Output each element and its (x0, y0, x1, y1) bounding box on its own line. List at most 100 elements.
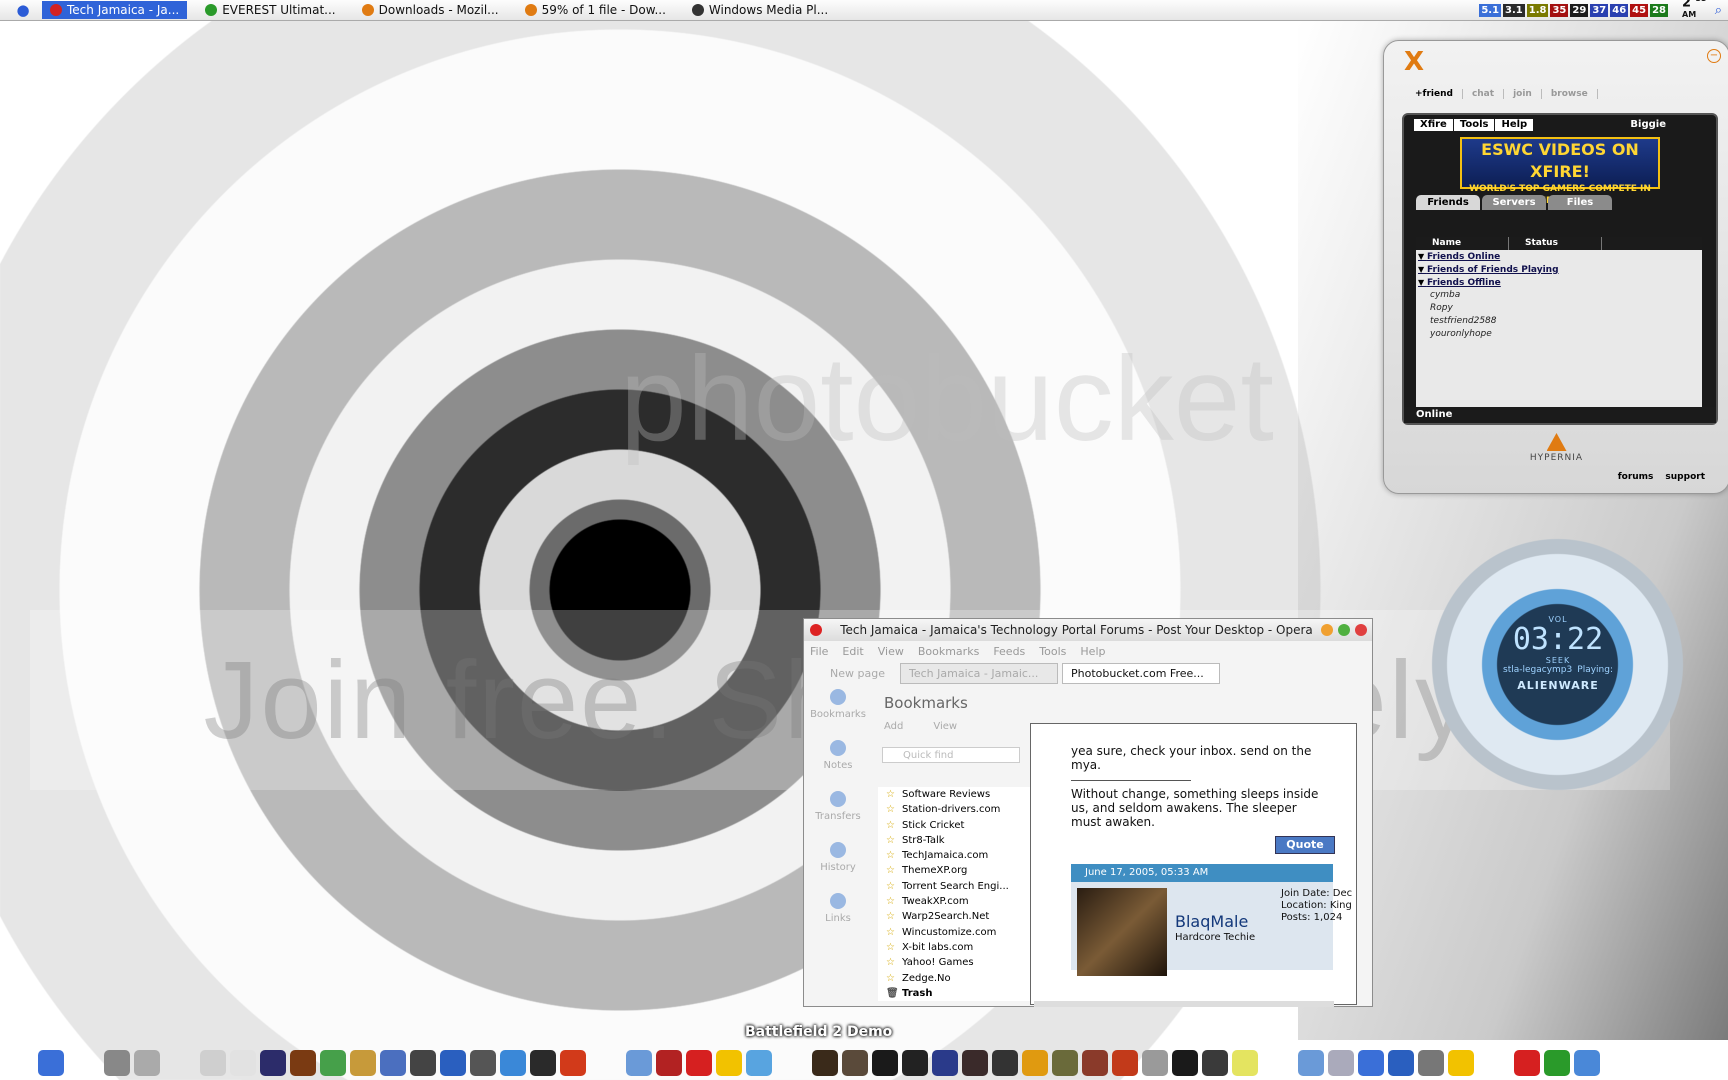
utility-icon[interactable] (1328, 1049, 1354, 1076)
list-item[interactable]: Str8-Talk (878, 833, 1030, 849)
game-icon[interactable] (932, 1049, 958, 1076)
horizontal-scrollbar[interactable] (1034, 1001, 1334, 1007)
battlefield-icon[interactable] (812, 1049, 838, 1076)
list-item[interactable]: cymba (1416, 289, 1702, 302)
game-icon[interactable] (1172, 1049, 1198, 1076)
list-item[interactable]: testfriend2588 (1416, 315, 1702, 328)
status-selector[interactable]: Online (1404, 407, 1716, 423)
menu-tools[interactable]: Tools (1039, 645, 1066, 658)
minimize-icon[interactable]: − (1707, 49, 1721, 63)
hypernia-logo[interactable]: HYPERNIA (1384, 433, 1728, 463)
avatar[interactable] (1077, 888, 1167, 976)
trash-icon[interactable] (104, 1049, 130, 1076)
add-friend-link[interactable]: +friend (1406, 89, 1463, 99)
panel-history[interactable]: History (808, 842, 868, 873)
menu-help[interactable]: Help (1495, 119, 1534, 131)
quicktime-icon[interactable] (500, 1049, 526, 1076)
game-icon[interactable] (902, 1049, 928, 1076)
add-bookmark-button[interactable]: Add (884, 721, 903, 732)
menu-bookmarks[interactable]: Bookmarks (918, 645, 979, 658)
tray-stat[interactable]: 3.1 (1503, 3, 1525, 17)
game-icon[interactable] (962, 1049, 988, 1076)
panel-transfers[interactable]: Transfers (808, 791, 868, 822)
terminal-icon[interactable] (470, 1049, 496, 1076)
task-downloads[interactable]: Downloads - Mozil... (354, 1, 507, 19)
ad-banner[interactable]: ESWC VIDEOS ON XFIRE! WORLD'S TOP GAMERS… (1460, 137, 1660, 206)
game-icon[interactable] (872, 1049, 898, 1076)
yahoo-messenger-icon[interactable] (716, 1049, 742, 1076)
tab-servers[interactable]: Servers (1482, 195, 1546, 210)
seek-label[interactable]: SEEK (1497, 656, 1619, 665)
task-everest[interactable]: EVEREST Ultimat... (197, 1, 343, 19)
game-icon[interactable] (1082, 1049, 1108, 1076)
clock[interactable]: 2 33AM (1682, 0, 1707, 26)
menu-xfire[interactable]: Xfire (1414, 119, 1453, 131)
poster-name[interactable]: BlaqMale (1175, 912, 1248, 931)
half-life-icon[interactable] (1022, 1049, 1048, 1076)
tab-tech-jamaica[interactable]: Tech Jamaica - Jamaic... (900, 662, 1058, 684)
globe-icon[interactable] (440, 1049, 466, 1076)
tab-friends[interactable]: Friends (1416, 195, 1480, 210)
menu-view[interactable]: View (878, 645, 904, 658)
tab-files[interactable]: Files (1548, 195, 1612, 210)
view-bookmarks-button[interactable]: View (933, 721, 957, 732)
quote-button[interactable]: Quote (1275, 836, 1335, 854)
menu-edit[interactable]: Edit (842, 645, 863, 658)
close-button[interactable] (1355, 624, 1367, 636)
warning-icon[interactable] (1448, 1049, 1474, 1076)
tray-stat[interactable]: 35 (1550, 3, 1569, 17)
tray-stat[interactable]: 1.8 (1526, 3, 1549, 17)
opera-title-bar[interactable]: Tech Jamaica - Jamaica's Technology Port… (804, 619, 1372, 641)
search-icon[interactable]: ⌕ (1715, 3, 1722, 18)
tray-stat[interactable]: 5.1 (1479, 3, 1502, 17)
list-item[interactable]: X-bit labs.com (878, 940, 1030, 956)
disc-icon[interactable] (1388, 1049, 1414, 1076)
game-icon[interactable] (992, 1049, 1018, 1076)
tray-stat[interactable]: 29 (1570, 3, 1589, 17)
movie-icon[interactable] (260, 1049, 286, 1076)
list-item[interactable]: Zedge.No (878, 971, 1030, 987)
game-icon[interactable] (1142, 1049, 1168, 1076)
join-link[interactable]: join (1504, 89, 1542, 99)
game-icon[interactable] (842, 1049, 868, 1076)
clock-icon[interactable] (1418, 1049, 1444, 1076)
support-link[interactable]: support (1665, 472, 1705, 482)
maximize-button[interactable] (1338, 624, 1350, 636)
list-item[interactable]: ThemeXP.org (878, 863, 1030, 879)
mail-icon[interactable] (380, 1049, 406, 1076)
game-icon[interactable] (1202, 1049, 1228, 1076)
list-item[interactable]: Station-drivers.com (878, 802, 1030, 818)
new-page-button[interactable]: New page (804, 667, 900, 680)
task-windows-media-player[interactable]: Windows Media Pl... (684, 1, 836, 19)
record-icon[interactable] (560, 1049, 586, 1076)
menu-help[interactable]: Help (1080, 645, 1105, 658)
group-friends-online[interactable]: Friends Online (1416, 250, 1702, 263)
finder-icon[interactable] (38, 1049, 64, 1076)
game-icon[interactable] (1112, 1049, 1138, 1076)
panel-bookmarks[interactable]: Bookmarks (808, 689, 868, 720)
trash-folder[interactable]: Trash (878, 986, 1030, 1001)
chat-link[interactable]: chat (1463, 89, 1505, 99)
opera-icon[interactable] (686, 1049, 712, 1076)
task-tech-jamaica[interactable]: Tech Jamaica - Ja... (42, 1, 188, 19)
forums-link[interactable]: forums (1618, 472, 1654, 482)
list-item[interactable]: TweakXP.com (878, 894, 1030, 910)
list-item[interactable]: Wincustomize.com (878, 925, 1030, 941)
tray-stat[interactable]: 28 (1650, 3, 1668, 17)
panel-links[interactable]: Links (808, 893, 868, 924)
apple-icon[interactable] (200, 1049, 226, 1076)
document-icon[interactable] (230, 1049, 256, 1076)
play-icon[interactable] (1574, 1049, 1600, 1076)
game-icon[interactable] (1232, 1049, 1258, 1076)
panel-notes[interactable]: Notes (808, 740, 868, 771)
list-item[interactable]: Torrent Search Engi... (878, 879, 1030, 895)
list-item[interactable]: Yahoo! Games (878, 955, 1030, 971)
settings-icon[interactable] (134, 1049, 160, 1076)
address-book-icon[interactable] (350, 1049, 376, 1076)
minimize-button[interactable] (1321, 624, 1333, 636)
list-item[interactable]: Ropy (1416, 302, 1702, 315)
group-friends-of-friends[interactable]: Friends of Friends Playing (1416, 263, 1702, 276)
tab-photobucket[interactable]: Photobucket.com Free... (1062, 662, 1220, 684)
list-item[interactable]: Software Reviews (878, 787, 1030, 803)
game-icon[interactable] (656, 1049, 682, 1076)
